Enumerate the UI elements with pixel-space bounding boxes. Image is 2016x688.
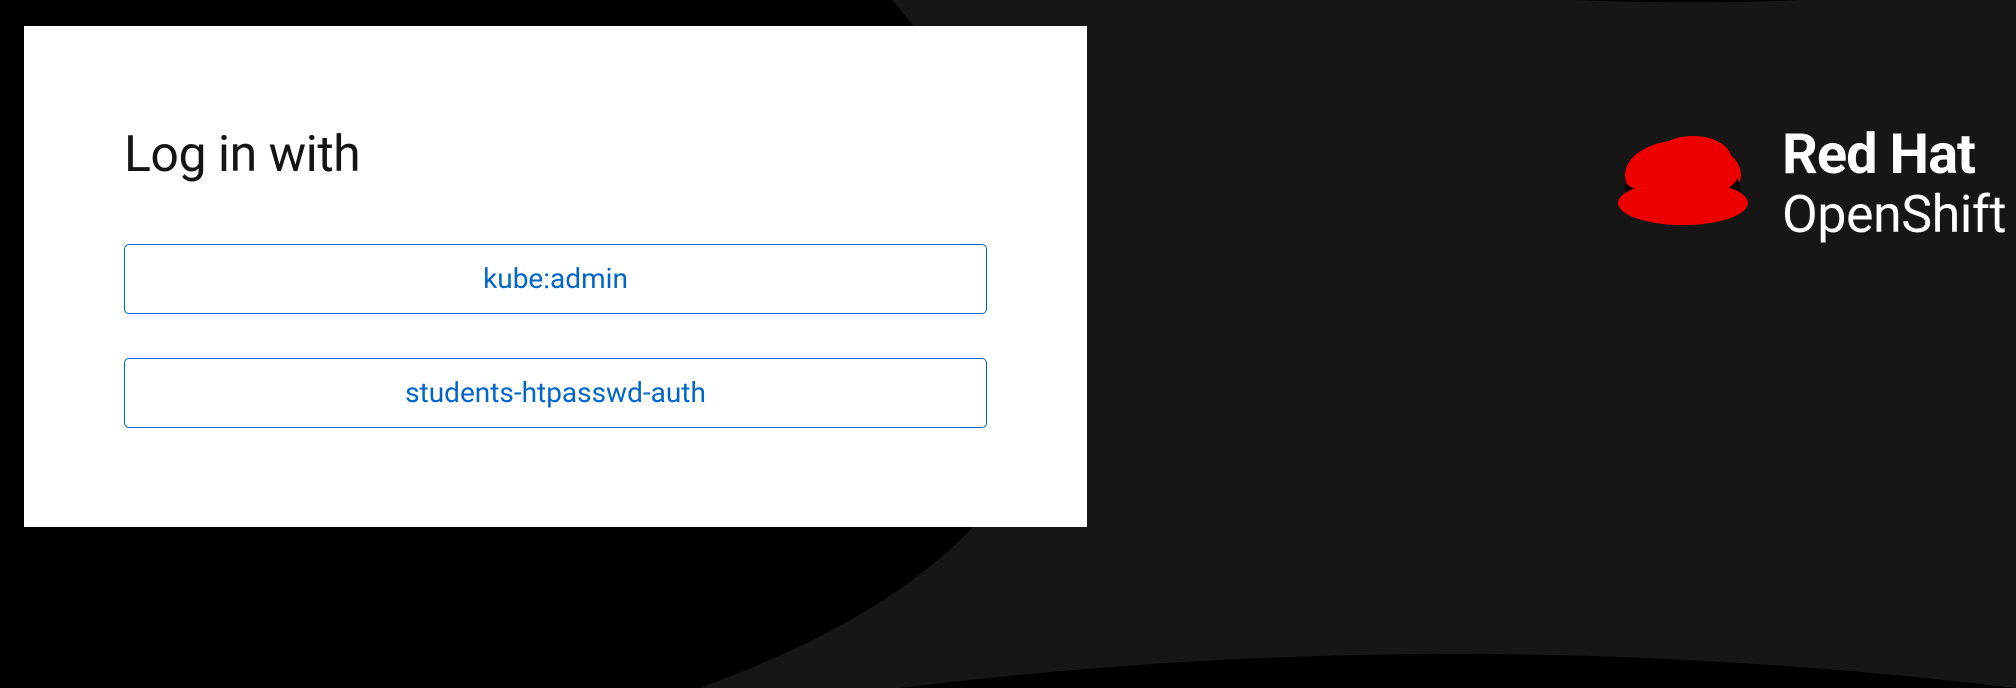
brand-text: Red Hat OpenShift bbox=[1782, 124, 2006, 243]
login-card: Log in with kube:admin students-htpasswd… bbox=[24, 26, 1087, 527]
redhat-fedora-icon bbox=[1608, 128, 1758, 238]
brand-name-line2: OpenShift bbox=[1782, 186, 2006, 243]
idp-button-students-htpasswd-auth[interactable]: students-htpasswd-auth bbox=[124, 358, 987, 428]
login-heading: Log in with bbox=[124, 126, 987, 184]
brand-logo-area: Red Hat OpenShift bbox=[1608, 124, 2006, 243]
idp-button-kube-admin[interactable]: kube:admin bbox=[124, 244, 987, 314]
brand-name-line1: Red Hat bbox=[1782, 124, 2006, 186]
